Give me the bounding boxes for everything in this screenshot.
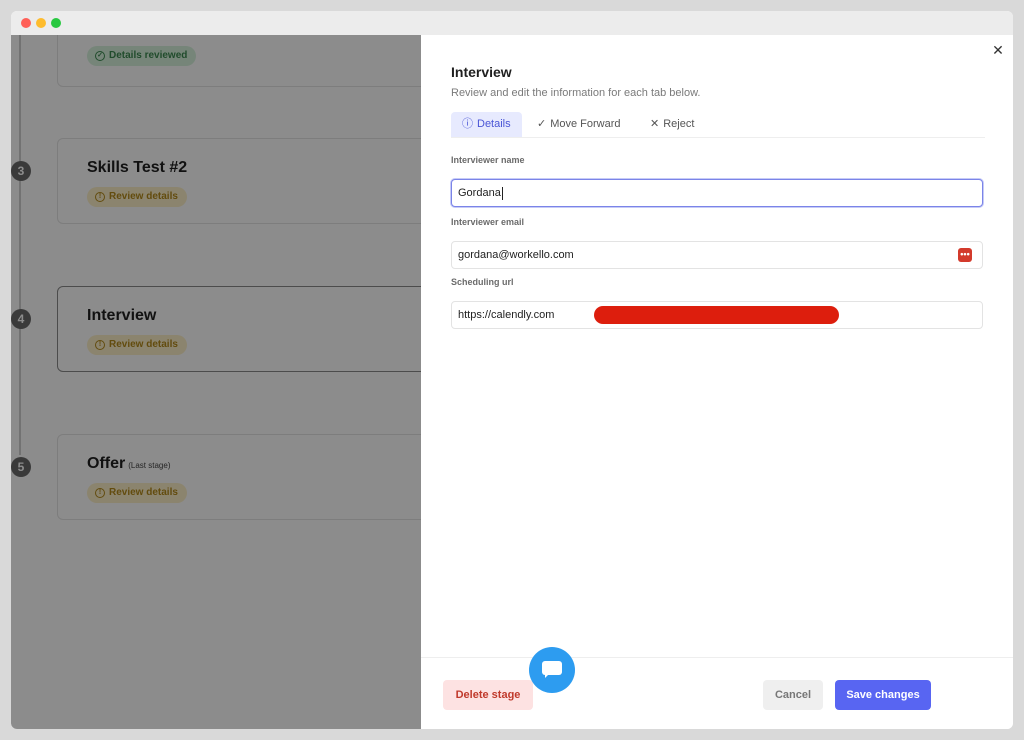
tab-reject[interactable]: ✕ Reject (650, 112, 694, 137)
delete-stage-button[interactable]: Delete stage (443, 680, 533, 710)
tab-label: Move Forward (550, 118, 621, 130)
redaction-mark (594, 306, 839, 324)
panel-subtitle: Review and edit the information for each… (451, 87, 701, 99)
input-value: Gordana (458, 187, 501, 199)
scheduling-url-input[interactable]: https://calendly.com (451, 301, 983, 329)
chat-launcher-button[interactable] (529, 647, 575, 693)
interviewer-email-input[interactable]: gordana@workello.com ••• (451, 241, 983, 269)
close-window-button[interactable] (21, 18, 31, 28)
input-value: https://calendly.com (458, 309, 555, 321)
save-changes-button[interactable]: Save changes (835, 680, 931, 710)
scheduling-url-label: Scheduling url (451, 277, 514, 287)
info-circle-icon: ⓘ (462, 118, 473, 130)
window-titlebar (11, 11, 1013, 36)
close-icon[interactable]: ✕ (991, 43, 1005, 57)
check-icon: ✓ (537, 118, 547, 130)
panel-footer: Delete stage Cancel Save changes (421, 657, 1013, 729)
maximize-window-button[interactable] (51, 18, 61, 28)
modal-backdrop[interactable] (11, 35, 421, 729)
cancel-button[interactable]: Cancel (763, 680, 823, 710)
app-window: ✓ Details reviewed 3 Skills Test #2 ! Re… (11, 11, 1013, 729)
tab-label: Details (477, 118, 511, 130)
chat-bubble-tail (545, 673, 550, 678)
input-value: gordana@workello.com (458, 249, 574, 261)
interviewer-email-label: Interviewer email (451, 217, 525, 227)
tab-details[interactable]: ⓘ Details (451, 112, 522, 137)
password-manager-icon[interactable]: ••• (958, 248, 972, 262)
interviewer-name-input[interactable]: Gordana (451, 179, 983, 207)
tab-move-forward[interactable]: ✓ Move Forward (537, 112, 621, 137)
x-icon: ✕ (650, 118, 660, 130)
panel-title: Interview (451, 64, 512, 80)
minimize-window-button[interactable] (36, 18, 46, 28)
text-caret (501, 186, 503, 200)
edit-stage-panel: ✕ Interview Review and edit the informat… (421, 35, 1013, 729)
interviewer-name-label: Interviewer name (451, 155, 525, 165)
tab-bar: ⓘ Details ✓ Move Forward ✕ Reject (451, 112, 985, 138)
tab-label: Reject (663, 118, 695, 130)
